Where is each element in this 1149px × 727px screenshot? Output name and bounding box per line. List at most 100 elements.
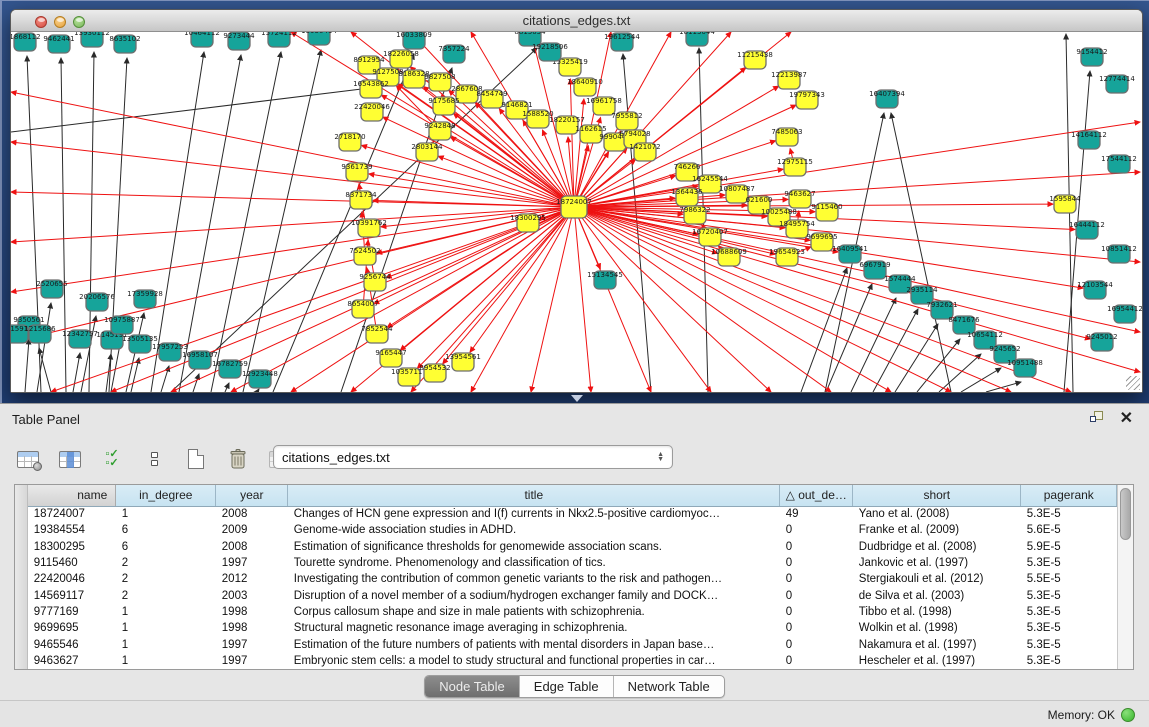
column-header-name[interactable]: name — [28, 485, 116, 506]
network-edge[interactable] — [450, 137, 574, 207]
graph-node[interactable]: 9361739 — [341, 163, 372, 181]
graph-node[interactable]: 16407394 — [869, 90, 905, 108]
table-scrollbar[interactable] — [1117, 485, 1133, 669]
tab-edge-table[interactable]: Edge Table — [520, 676, 614, 697]
graph-node[interactable]: 18640910 — [567, 78, 603, 96]
panel-splitter-handle[interactable] — [571, 395, 583, 402]
graph-node[interactable]: 7485063 — [771, 128, 802, 146]
network-edge[interactable] — [257, 389, 259, 392]
graph-node[interactable]: 18724007 — [556, 196, 592, 218]
network-edge[interactable] — [939, 354, 981, 392]
tab-network-table[interactable]: Network Table — [614, 676, 724, 697]
table-row[interactable]: 946554611997Estimation of the future num… — [28, 636, 1117, 652]
graph-node[interactable]: 9462441 — [43, 35, 74, 53]
graph-node[interactable]: 12103544 — [1077, 281, 1113, 299]
graph-node[interactable]: 12774414 — [1099, 75, 1135, 93]
graph-node[interactable]: 19797343 — [789, 91, 825, 109]
column-header-out_degree[interactable]: △ out_de… — [780, 485, 853, 506]
table-row[interactable]: 911546021997Tourette syndrome. Phenomeno… — [28, 555, 1117, 571]
graph-node[interactable]: 7524502 — [349, 247, 380, 265]
network-edge[interactable] — [225, 383, 229, 392]
graph-node[interactable]: 12975115 — [777, 158, 813, 176]
graph-node[interactable]: 7852544 — [361, 325, 393, 343]
network-graph[interactable]: 1872400718300295891295418226058912750816… — [11, 32, 1142, 392]
network-edge[interactable] — [11, 92, 574, 207]
table-row[interactable]: 1938455462009Genome-wide association stu… — [28, 522, 1117, 538]
table-row[interactable]: 977716911998Corpus callosum shape and si… — [28, 604, 1117, 620]
graph-node[interactable]: 10688609 — [711, 248, 747, 266]
graph-node[interactable]: 2718170 — [334, 133, 365, 151]
graph-node[interactable]: 17544112 — [1101, 155, 1137, 173]
graph-node[interactable]: 9165447 — [375, 349, 406, 367]
graph-node[interactable]: 8654007 — [347, 300, 378, 318]
show-columns-button[interactable] — [56, 446, 84, 472]
table-row[interactable]: 946362711997Embryonic stem cells: a mode… — [28, 653, 1117, 669]
graph-node[interactable]: 10951488 — [1007, 359, 1043, 377]
graph-node[interactable]: 12342757 — [62, 330, 98, 348]
graph-node[interactable]: 16444112 — [1069, 221, 1105, 239]
network-edge[interactable] — [193, 374, 199, 392]
graph-node[interactable]: 8954532 — [419, 364, 450, 382]
graph-node[interactable]: 16033809 — [396, 32, 432, 49]
network-edge[interactable] — [73, 353, 80, 392]
graph-node[interactable]: 2803144 — [411, 143, 443, 161]
graph-node[interactable]: 20206576 — [79, 293, 115, 311]
graph-node[interactable]: 17359928 — [127, 290, 163, 308]
network-edge[interactable] — [11, 207, 574, 292]
graph-node[interactable]: 14164112 — [1071, 131, 1107, 149]
table-selector-dropdown[interactable]: citations_edges.txt ▲▼ — [273, 445, 673, 469]
network-window-titlebar[interactable]: citations_edges.txt — [11, 10, 1142, 32]
graph-node[interactable]: 18113044 — [679, 32, 715, 46]
graph-node[interactable]: 19612544 — [604, 33, 640, 51]
close-panel-icon[interactable]: ✕ — [1120, 408, 1133, 428]
graph-node[interactable]: 16954412 — [1107, 305, 1142, 323]
network-edge[interactable] — [873, 309, 918, 392]
graph-node[interactable]: 2520655 — [36, 280, 67, 298]
network-edge[interactable] — [574, 207, 591, 392]
network-edge[interactable] — [179, 55, 241, 392]
graph-node[interactable]: 15134545 — [587, 271, 623, 289]
graph-node[interactable]: 7955812 — [611, 112, 642, 130]
graph-node[interactable]: 9175685 — [428, 97, 459, 115]
select-rows-button[interactable]: ▫✓▫✓ — [98, 446, 126, 472]
network-edge[interactable] — [11, 142, 574, 207]
graph-node[interactable]: 8371734 — [345, 191, 377, 209]
graph-node[interactable]: 12923448 — [242, 370, 278, 388]
network-edge[interactable] — [826, 284, 872, 392]
network-edge[interactable] — [574, 207, 951, 392]
graph-node[interactable]: 13930112 — [74, 32, 110, 47]
network-window[interactable]: citations_edges.txt 18724007183002958912… — [10, 9, 1143, 393]
graph-node[interactable]: 10464112 — [184, 32, 220, 47]
graph-node[interactable]: 9242848 — [424, 122, 455, 140]
graph-node[interactable]: 8635102 — [109, 35, 140, 53]
graph-node[interactable]: 7357224 — [438, 45, 470, 63]
table-options-button[interactable] — [14, 446, 42, 472]
network-edge[interactable] — [273, 54, 414, 392]
column-header-pagerank[interactable]: pagerank — [1021, 485, 1117, 506]
table-row[interactable]: 1830029562008Estimation of significance … — [28, 539, 1117, 555]
column-header-short[interactable]: short — [853, 485, 1021, 506]
column-header-in_degree[interactable]: in_degree — [116, 485, 216, 506]
graph-node[interactable]: 13930414 — [301, 32, 337, 45]
network-edge[interactable] — [111, 207, 574, 392]
network-edge[interactable] — [574, 207, 1140, 372]
table-row[interactable]: 969969511998Structural magnetic resonanc… — [28, 620, 1117, 636]
network-edge[interactable] — [362, 145, 574, 207]
graph-node[interactable]: 1421072 — [629, 143, 660, 161]
table-row[interactable]: 1872400712008Changes of HCN gene express… — [28, 506, 1117, 522]
graph-node[interactable]: 9245012 — [1086, 333, 1117, 351]
network-edge[interactable] — [11, 192, 574, 207]
graph-node[interactable]: 9256744 — [359, 273, 391, 291]
tab-node-table[interactable]: Node Table — [425, 676, 520, 697]
column-header-year[interactable]: year — [216, 485, 288, 506]
graph-node[interactable]: 9154412 — [1076, 48, 1107, 66]
graph-node[interactable]: 9273444 — [223, 32, 255, 50]
graph-node[interactable]: 1364436 — [671, 188, 703, 206]
graph-node[interactable]: 1215686 — [24, 325, 56, 343]
network-edge[interactable] — [61, 58, 66, 392]
graph-node[interactable]: 9115460 — [811, 203, 842, 221]
graph-node[interactable]: 1868112 — [11, 33, 41, 51]
graph-node[interactable]: 11215438 — [737, 51, 773, 69]
graph-node[interactable]: 7986322 — [679, 206, 710, 224]
graph-node[interactable]: 12213987 — [771, 71, 807, 89]
